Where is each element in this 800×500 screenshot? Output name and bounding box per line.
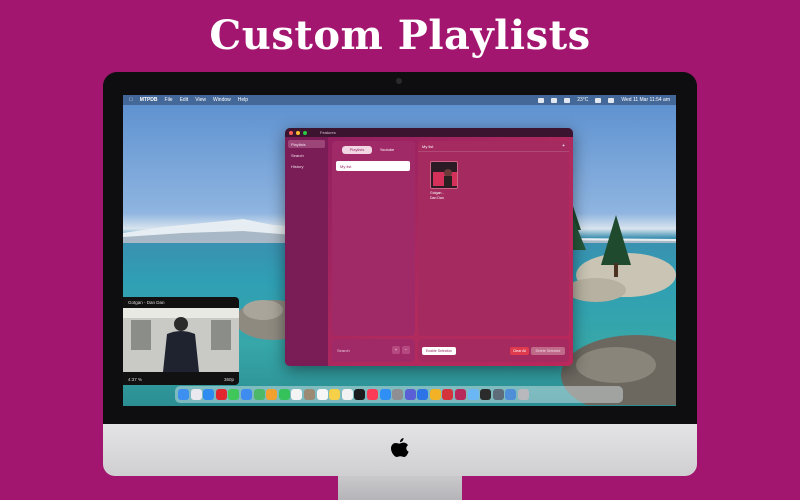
preview-icon[interactable] xyxy=(467,389,479,400)
camera xyxy=(396,78,402,84)
title-bar: Features xyxy=(285,128,573,137)
playlist-pane: Playlists Youtube My list xyxy=(332,141,415,336)
sidebar-item-search[interactable]: Search xyxy=(288,151,325,159)
sketch-icon[interactable] xyxy=(429,389,441,400)
remove-button[interactable]: − xyxy=(402,346,410,354)
trash-icon[interactable] xyxy=(518,389,530,400)
reminders-icon[interactable] xyxy=(316,389,328,400)
appstore-icon[interactable] xyxy=(379,389,391,400)
thumbnail-image xyxy=(431,162,457,188)
video-frame-image xyxy=(123,308,239,372)
photos-icon[interactable] xyxy=(266,389,278,400)
enable-selection-button[interactable]: Enable Selection xyxy=(422,347,456,355)
track-title: Gotgan - Dan Dan xyxy=(430,191,444,200)
sidebar-item-playlists[interactable]: Playlists xyxy=(288,140,325,148)
playlist-row[interactable]: My list xyxy=(336,161,410,171)
pip-quality[interactable]: 360p xyxy=(224,377,234,382)
vpn-icon[interactable] xyxy=(442,389,454,400)
menu-view[interactable]: View xyxy=(195,97,206,103)
wifi-icon[interactable] xyxy=(595,97,602,103)
calendar-icon[interactable] xyxy=(291,389,303,400)
pip-elapsed: 4:37 % xyxy=(128,377,143,382)
status-icon[interactable] xyxy=(564,97,571,103)
tab-youtube[interactable]: Youtube xyxy=(372,146,402,154)
settings-icon[interactable] xyxy=(392,389,404,400)
pip-player[interactable]: Gotgan - Dan Dan 4:37 % 360p xyxy=(123,297,239,385)
weather-temp[interactable]: 23°C xyxy=(577,97,588,103)
detail-title: My list xyxy=(422,144,434,149)
menu-bar:  MTPDB File Edit View Window Help 23°C … xyxy=(123,95,676,105)
track-thumbnail[interactable] xyxy=(430,161,458,189)
search-bar: Search + − xyxy=(332,339,415,362)
add-icon[interactable]: + xyxy=(562,143,565,149)
menu-file[interactable]: File xyxy=(165,97,173,103)
menu-help[interactable]: Help xyxy=(238,97,248,103)
messages-icon[interactable] xyxy=(228,389,240,400)
notes-icon[interactable] xyxy=(329,389,341,400)
xcode-icon[interactable] xyxy=(417,389,429,400)
facetime-icon[interactable] xyxy=(278,389,290,400)
clear-all-button[interactable]: Clear All xyxy=(510,347,529,355)
add-button[interactable]: + xyxy=(392,346,400,354)
finder-icon[interactable] xyxy=(178,389,189,400)
status-icon[interactable] xyxy=(551,97,558,103)
menu-edit[interactable]: Edit xyxy=(180,97,189,103)
app-window: Features Playlists Search History Playli… xyxy=(285,128,573,366)
freeform-icon[interactable] xyxy=(341,389,353,400)
segmented-control: Playlists Youtube xyxy=(342,146,402,154)
terminal-icon[interactable] xyxy=(480,389,492,400)
menu-window[interactable]: Window xyxy=(213,97,231,103)
sidebar: Playlists Search History xyxy=(285,137,328,366)
imac-stand xyxy=(338,476,462,500)
downloads-icon[interactable] xyxy=(505,389,517,400)
delete-selected-button[interactable]: Delete Selected xyxy=(531,347,565,355)
mail-icon[interactable] xyxy=(240,389,252,400)
stepper: + − xyxy=(392,346,410,354)
tab-playlists[interactable]: Playlists xyxy=(342,146,372,154)
menu-clock[interactable]: Wed 11 Mar 11:54 am xyxy=(621,97,670,103)
desktop-screen:  MTPDB File Edit View Window Help 23°C … xyxy=(123,95,676,406)
menu-app-name[interactable]: MTPDB xyxy=(140,97,158,103)
text-icon[interactable] xyxy=(404,389,416,400)
zoom-window-icon[interactable] xyxy=(303,130,307,135)
mtpdb-icon[interactable] xyxy=(455,389,467,400)
contacts-icon[interactable] xyxy=(303,389,315,400)
headline: Custom Playlists xyxy=(209,12,591,59)
window-title: Features xyxy=(320,130,336,135)
minimize-window-icon[interactable] xyxy=(296,130,300,135)
launchpad-icon[interactable] xyxy=(190,389,202,400)
battery-icon[interactable] xyxy=(608,97,615,103)
sidebar-item-history[interactable]: History xyxy=(288,162,325,170)
search-input[interactable]: Search xyxy=(337,348,350,353)
music-icon[interactable] xyxy=(366,389,378,400)
safari-icon[interactable] xyxy=(203,389,215,400)
close-window-icon[interactable] xyxy=(289,130,293,135)
apple-menu-icon[interactable]:  xyxy=(129,97,133,103)
pip-title: Gotgan - Dan Dan xyxy=(128,300,165,305)
detail-header: My list + xyxy=(418,141,569,152)
status-icon[interactable] xyxy=(538,97,545,103)
appletv-icon[interactable] xyxy=(354,389,366,400)
opera-icon[interactable] xyxy=(215,389,227,400)
apple-logo-icon xyxy=(391,438,409,457)
playlist-detail-pane: My list + Gotgan - Dan Dan xyxy=(418,141,569,336)
maps-icon[interactable] xyxy=(253,389,265,400)
actions-bar: Enable Selection Clear All Delete Select… xyxy=(418,339,569,362)
dock xyxy=(175,386,623,403)
app-icon[interactable] xyxy=(492,389,504,400)
